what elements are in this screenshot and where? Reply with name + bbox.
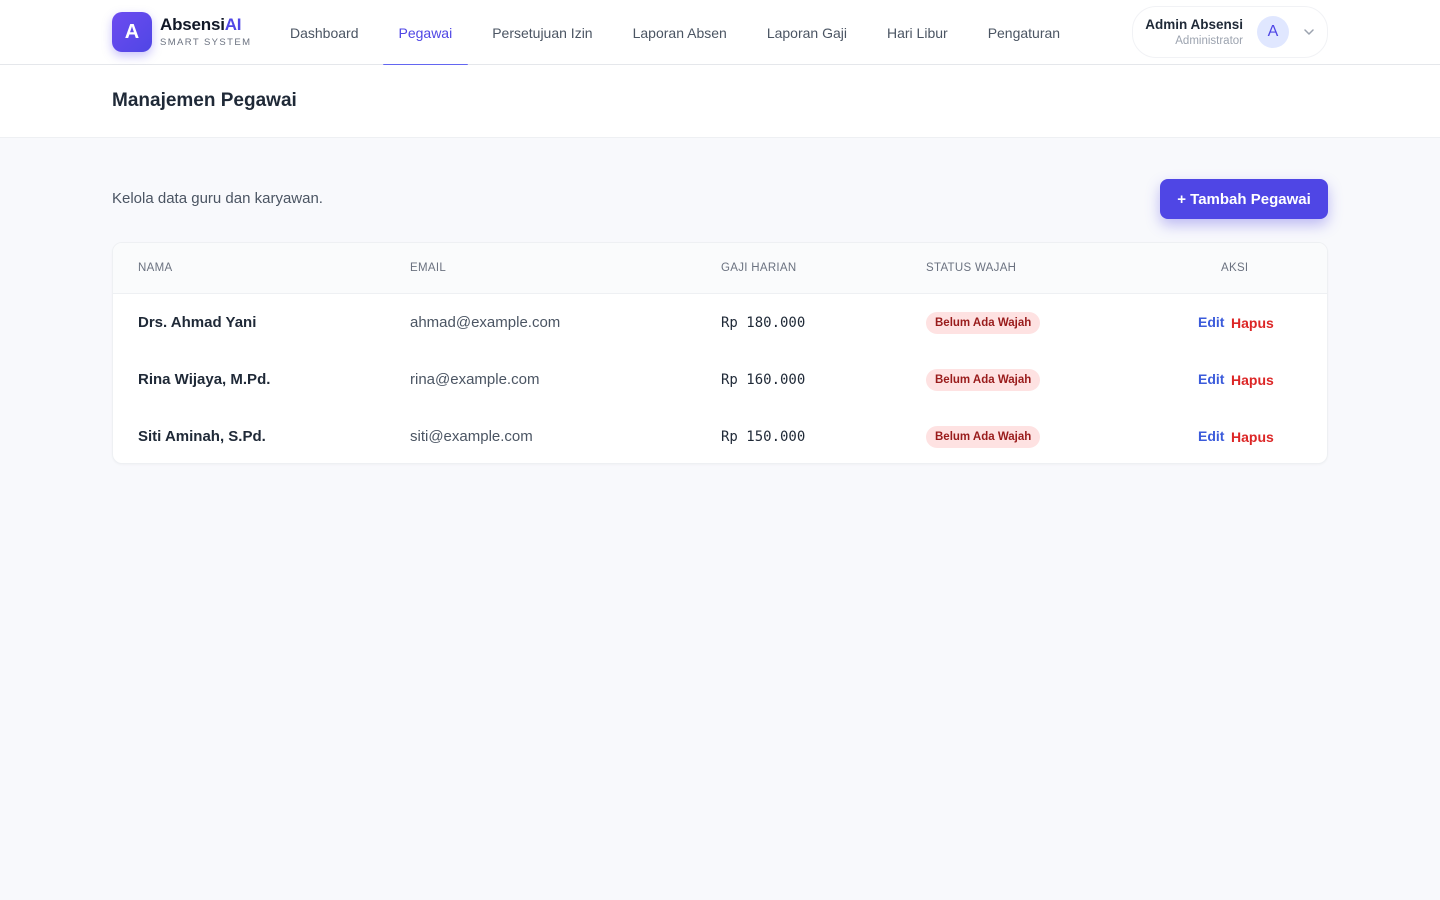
chevron-down-icon[interactable] [1303,26,1315,38]
employee-daily-wage: Rp 160.000 [721,372,806,388]
status-badge: Belum Ada Wajah [926,426,1041,448]
brand-name: AbsensiAI [160,15,242,35]
user-name: Admin Absensi [1145,17,1243,32]
employee-email: siti@example.com [410,428,533,445]
employee-name: Siti Aminah, S.Pd. [138,428,266,445]
column-header-gaji: GAJI HARIAN [721,262,797,274]
main-nav: Dashboard Pegawai Persetujuan Izin Lapor… [270,0,1080,66]
user-menu[interactable]: Admin Absensi Administrator A [1132,6,1328,58]
nav-persetujuan-izin[interactable]: Persetujuan Izin [472,0,612,65]
nav-laporan-absen[interactable]: Laporan Absen [613,0,747,65]
employee-table: NAMA EMAIL GAJI HARIAN STATUS WAJAH AKSI… [112,242,1328,464]
employee-daily-wage: Rp 150.000 [721,429,806,445]
nav-laporan-gaji[interactable]: Laporan Gaji [747,0,867,65]
employee-email: rina@example.com [410,371,540,388]
employee-name: Rina Wijaya, M.Pd. [138,371,271,388]
nav-pengaturan[interactable]: Pengaturan [968,0,1080,65]
top-navbar: A AbsensiAI SMART SYSTEM Dashboard Pegaw… [0,0,1440,66]
employee-email: ahmad@example.com [410,314,561,331]
status-badge: Belum Ada Wajah [926,369,1041,391]
delete-button[interactable]: Hapus [1231,315,1274,331]
delete-button[interactable]: Hapus [1231,372,1274,388]
page-header: Manajemen Pegawai [0,65,1440,138]
brand-subtitle: SMART SYSTEM [160,37,252,49]
employee-name: Drs. Ahmad Yani [138,314,257,331]
employee-daily-wage: Rp 180.000 [721,315,806,331]
table-row: Rina Wijaya, M.Pd. rina@example.com Rp 1… [113,351,1327,408]
nav-dashboard[interactable]: Dashboard [270,0,379,65]
column-header-aksi: AKSI [1221,262,1249,274]
brand-logo: A [112,12,152,52]
add-employee-button[interactable]: + Tambah Pegawai [1160,179,1328,219]
column-header-email: EMAIL [410,262,447,274]
nav-pegawai[interactable]: Pegawai [379,0,473,66]
table-row: Drs. Ahmad Yani ahmad@example.com Rp 180… [113,294,1327,351]
user-role: Administrator [1175,35,1243,47]
page-subtitle: Kelola data guru dan karyawan. [112,190,323,207]
column-header-name: NAMA [138,262,173,274]
column-header-status: STATUS WAJAH [926,262,1017,274]
table-header: NAMA EMAIL GAJI HARIAN STATUS WAJAH AKSI [113,243,1327,294]
page-title: Manajemen Pegawai [112,90,297,111]
table-row: Siti Aminah, S.Pd. siti@example.com Rp 1… [113,408,1327,463]
brand[interactable]: A AbsensiAI SMART SYSTEM [112,12,251,52]
delete-button[interactable]: Hapus [1231,429,1274,445]
status-badge: Belum Ada Wajah [926,312,1041,334]
avatar: A [1257,16,1289,48]
edit-button[interactable]: Edit [1198,428,1224,444]
nav-hari-libur[interactable]: Hari Libur [867,0,968,65]
edit-button[interactable]: Edit [1198,314,1224,330]
edit-button[interactable]: Edit [1198,371,1224,387]
